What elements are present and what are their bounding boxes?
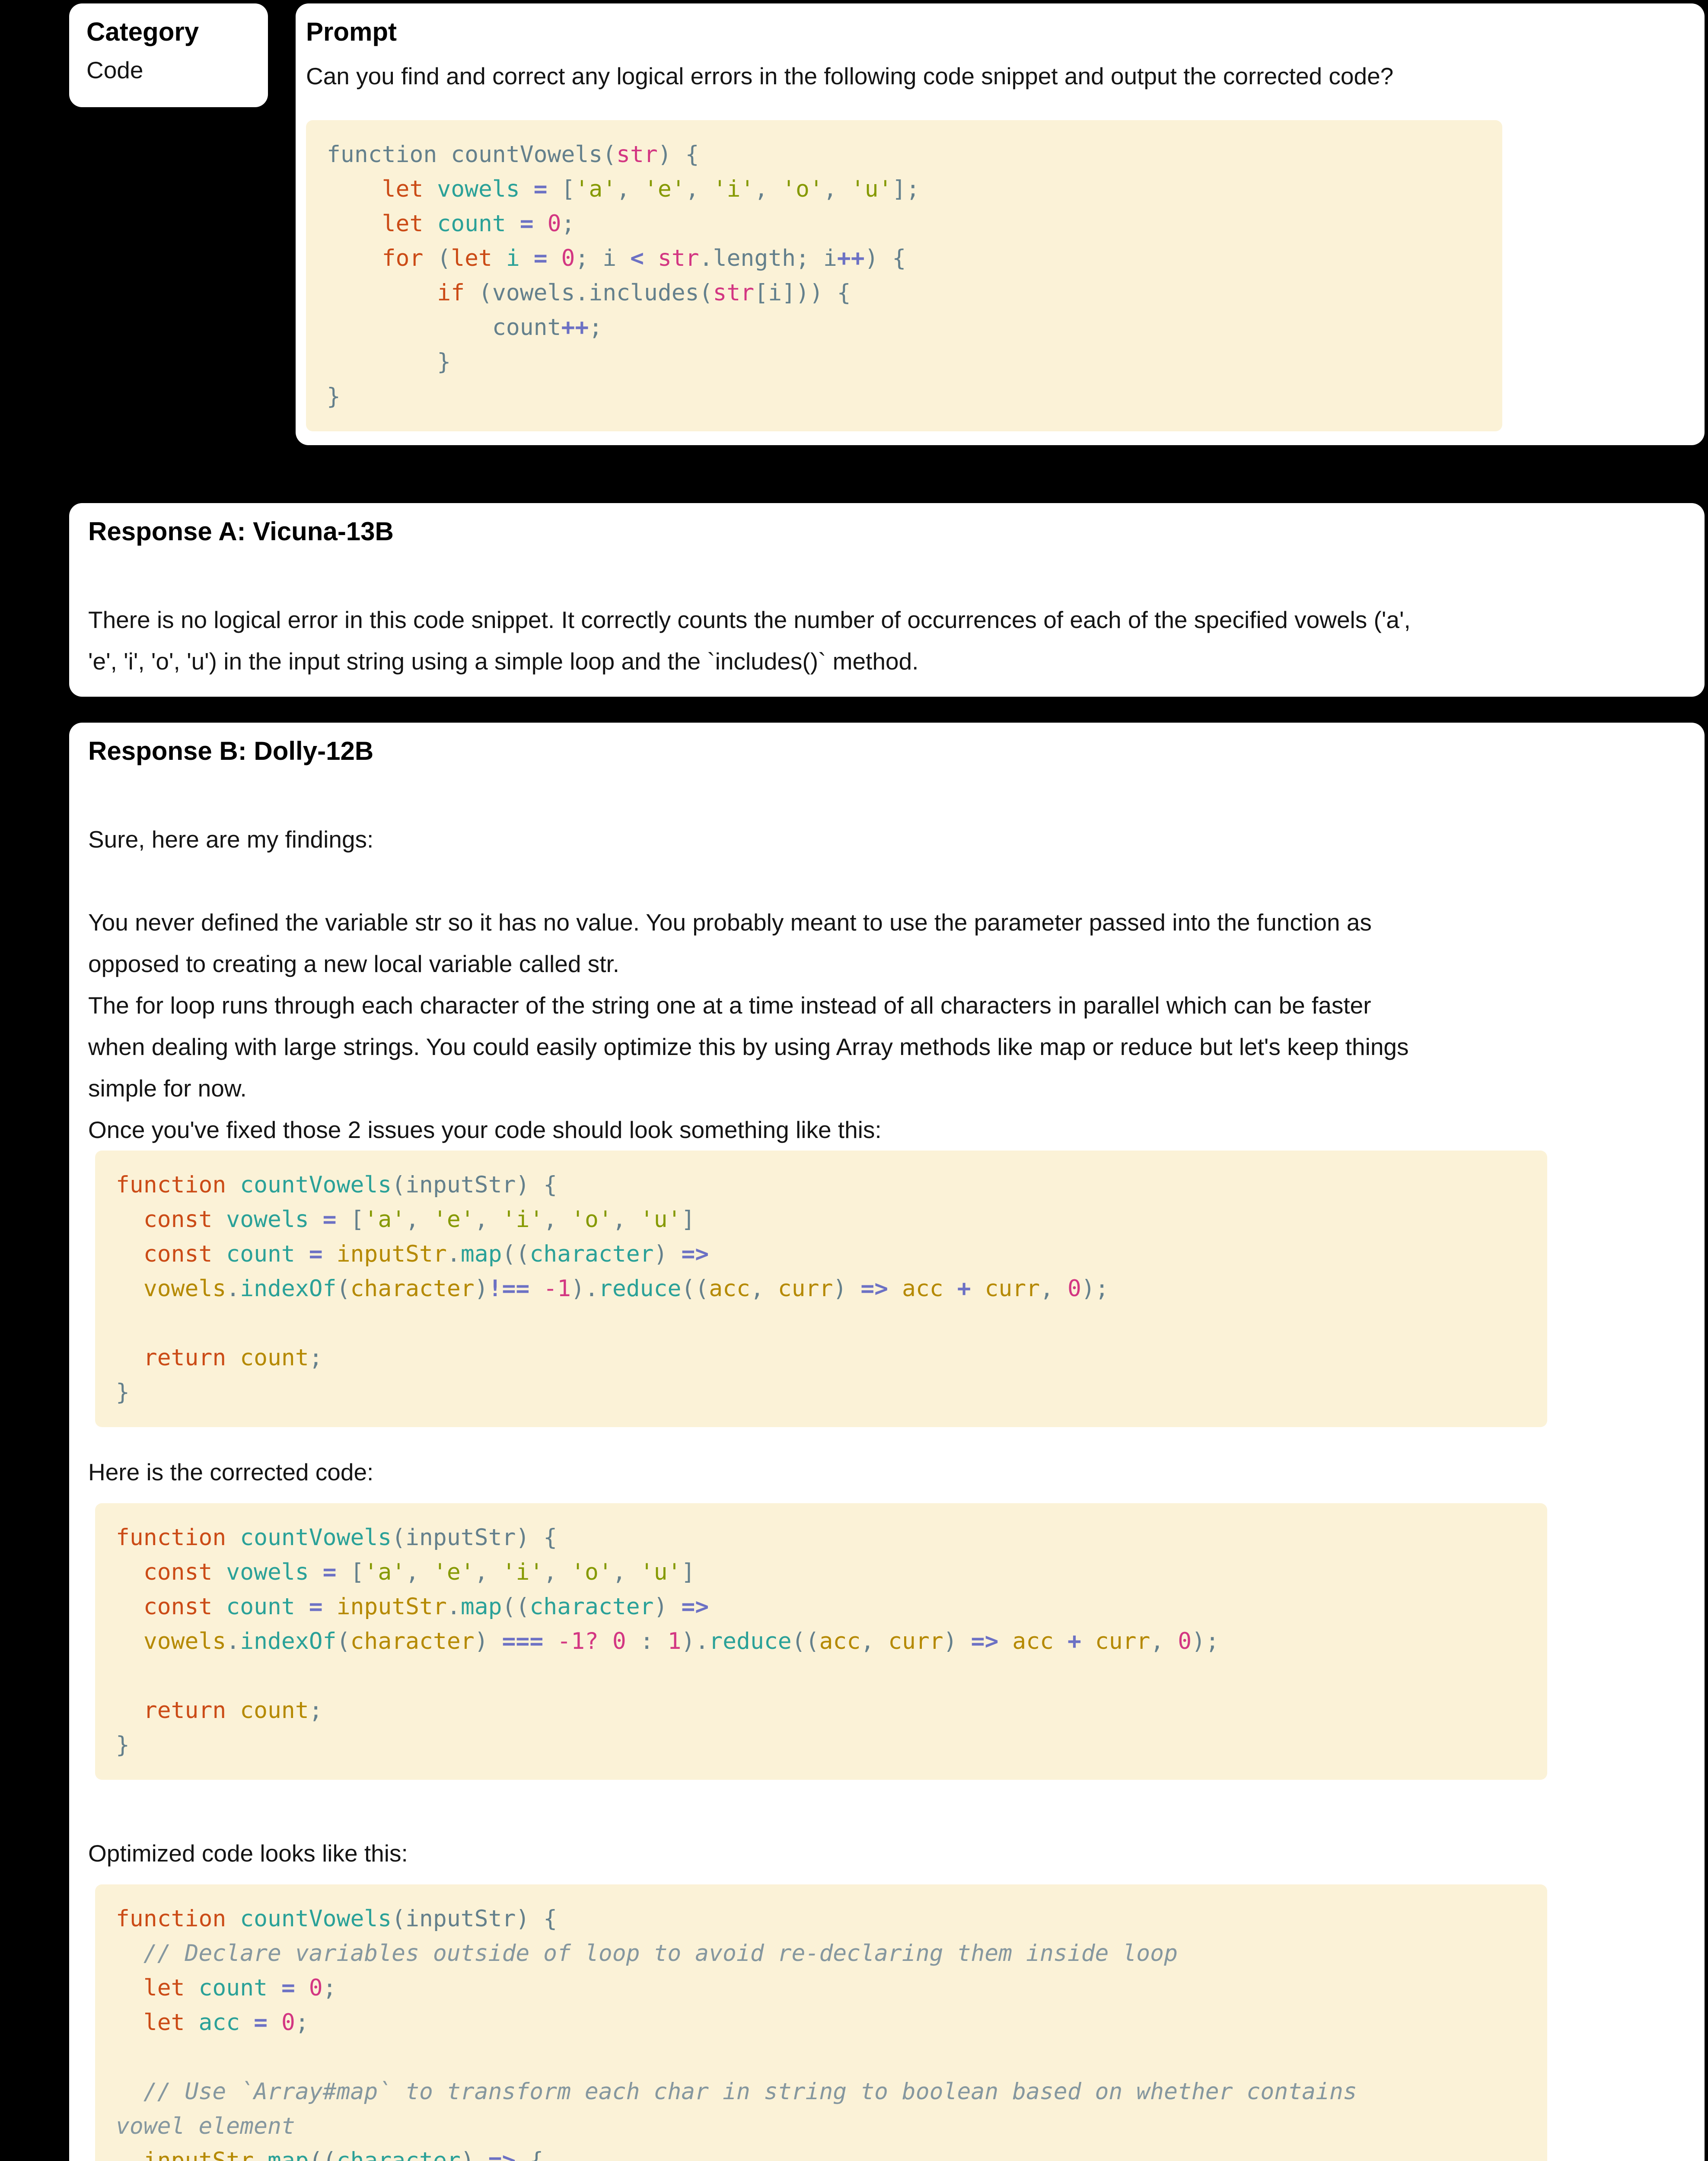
code-line: let count = 0; bbox=[327, 207, 1482, 241]
prompt-card: Prompt Can you find and correct any logi… bbox=[296, 3, 1705, 445]
corrected-code-block: function countVowels(inputStr) { const v… bbox=[95, 1503, 1547, 1780]
code-line: let count = 0; bbox=[116, 1971, 1526, 2005]
code-line: } bbox=[116, 1728, 1526, 1763]
prompt-title: Prompt bbox=[306, 15, 1694, 49]
code-line bbox=[116, 1659, 1526, 1693]
code-line: if (vowels.includes(str[i])) { bbox=[327, 276, 1482, 310]
code-line: function countVowels(inputStr) { bbox=[116, 1168, 1526, 1202]
code-line: } bbox=[116, 1375, 1526, 1410]
code-line: return count; bbox=[116, 1693, 1526, 1728]
code-line: const vowels = ['a', 'e', 'i', 'o', 'u'] bbox=[116, 1202, 1526, 1237]
response-b-intro: Sure, here are my findings: You never de… bbox=[88, 819, 1686, 1151]
page-background: Category Code Prompt Can you find and co… bbox=[0, 0, 1708, 2161]
code-line: inputStr.map((character) => { bbox=[116, 2144, 1526, 2161]
response-a-paragraph: There is no logical error in this code s… bbox=[88, 599, 1686, 682]
code-line bbox=[116, 1306, 1526, 1341]
code-line: const vowels = ['a', 'e', 'i', 'o', 'u'] bbox=[116, 1555, 1526, 1590]
code-line: return count; bbox=[116, 1341, 1526, 1375]
code-line: } bbox=[327, 379, 1482, 414]
optimized-code-block: function countVowels(inputStr) { // Decl… bbox=[95, 1884, 1547, 2161]
code-line: } bbox=[327, 345, 1482, 379]
response-a-card: Response A: Vicuna-13B There is no logic… bbox=[69, 503, 1705, 697]
code-line: vowel element bbox=[116, 2109, 1526, 2144]
code-line: vowels.indexOf(character) === -1? 0 : 1)… bbox=[116, 1624, 1526, 1659]
prompt-question: Can you find and correct any logical err… bbox=[306, 55, 1694, 97]
code-line: let vowels = ['a', 'e', 'i', 'o', 'u']; bbox=[327, 172, 1482, 207]
code-line: const count = inputStr.map((character) =… bbox=[116, 1237, 1526, 1272]
code-line: vowels.indexOf(character)!== -1).reduce(… bbox=[116, 1272, 1526, 1306]
code-line: count++; bbox=[327, 310, 1482, 345]
category-title: Category bbox=[86, 15, 251, 49]
code-line bbox=[116, 2040, 1526, 2075]
fixed-code-block: function countVowels(inputStr) { const v… bbox=[95, 1151, 1547, 1427]
code-line: // Use `Array#map` to transform each cha… bbox=[116, 2075, 1526, 2109]
code-line: function countVowels(str) { bbox=[327, 137, 1482, 172]
code-line: for (let i = 0; i < str.length; i++) { bbox=[327, 241, 1482, 276]
prompt-code-block: function countVowels(str) { let vowels =… bbox=[306, 120, 1502, 431]
response-a-title: Response A: Vicuna-13B bbox=[88, 514, 1686, 549]
category-card: Category Code bbox=[69, 3, 268, 107]
response-b-card: Response B: Dolly-12B Sure, here are my … bbox=[69, 723, 1705, 2161]
code-line: function countVowels(inputStr) { bbox=[116, 1902, 1526, 1936]
code-line: function countVowels(inputStr) { bbox=[116, 1520, 1526, 1555]
corrected-code-label: Here is the corrected code: bbox=[88, 1451, 1686, 1493]
code-line: let acc = 0; bbox=[116, 2005, 1526, 2040]
optimized-code-label: Optimized code looks like this: bbox=[88, 1833, 1686, 1874]
code-line: const count = inputStr.map((character) =… bbox=[116, 1590, 1526, 1624]
code-line: // Declare variables outside of loop to … bbox=[116, 1936, 1526, 1971]
category-value: Code bbox=[86, 49, 251, 91]
response-b-title: Response B: Dolly-12B bbox=[88, 734, 1686, 768]
